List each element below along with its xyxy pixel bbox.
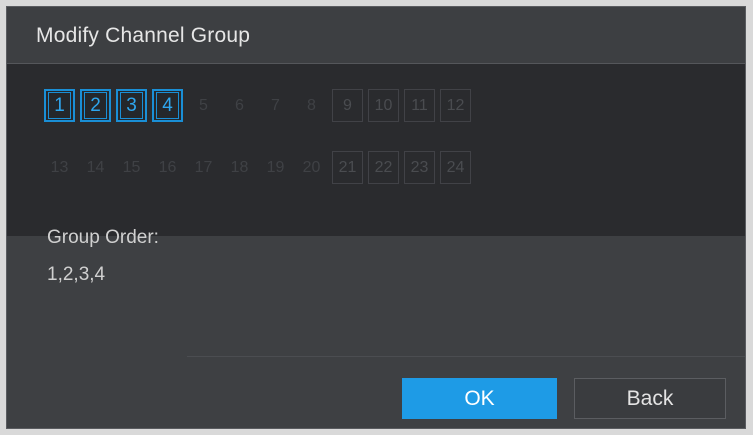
- channel-button-16[interactable]: 16: [152, 151, 183, 184]
- channel-button-6[interactable]: 6: [224, 89, 255, 122]
- channel-row-1: 1 2 3 4 5 6 7 8 9 10 11 12: [44, 89, 476, 123]
- channel-button-3[interactable]: 3: [116, 89, 147, 122]
- channel-button-19[interactable]: 19: [260, 151, 291, 184]
- channel-number: 20: [302, 158, 321, 176]
- ok-button[interactable]: OK: [402, 378, 557, 419]
- channel-number: 10: [374, 96, 393, 114]
- channel-button-7[interactable]: 7: [260, 89, 291, 122]
- channel-button-24[interactable]: 24: [440, 151, 471, 184]
- channel-number: 16: [158, 158, 177, 176]
- channel-button-2[interactable]: 2: [80, 89, 111, 122]
- channel-number: 1: [48, 92, 71, 119]
- channel-number: 17: [194, 158, 213, 176]
- channel-button-5[interactable]: 5: [188, 89, 219, 122]
- channel-button-15[interactable]: 15: [116, 151, 147, 184]
- channel-number: 5: [199, 96, 208, 114]
- back-button[interactable]: Back: [574, 378, 726, 419]
- channel-button-11[interactable]: 11: [404, 89, 435, 122]
- channel-number: 8: [307, 96, 316, 114]
- channel-number: 22: [374, 158, 393, 176]
- footer-divider: [187, 356, 745, 357]
- channel-number: 14: [86, 158, 105, 176]
- channel-button-1[interactable]: 1: [44, 89, 75, 122]
- channel-number: 24: [446, 158, 465, 176]
- channel-number: 19: [266, 158, 285, 176]
- channel-button-9[interactable]: 9: [332, 89, 363, 122]
- dialog-titlebar: Modify Channel Group: [7, 7, 745, 64]
- group-order-label: Group Order:: [47, 227, 159, 248]
- channel-number: 6: [235, 96, 244, 114]
- channel-number: 7: [271, 96, 280, 114]
- channel-selection-panel: 1 2 3 4 5 6 7 8 9 10 11 12 13 14 15 16 17 18 19 20 21 22 23 24: [7, 64, 745, 236]
- channel-button-22[interactable]: 22: [368, 151, 399, 184]
- channel-button-18[interactable]: 18: [224, 151, 255, 184]
- channel-number: 9: [343, 96, 352, 114]
- channel-row-2: 13 14 15 16 17 18 19 20 21 22 23 24: [44, 151, 476, 185]
- channel-number: 15: [122, 158, 141, 176]
- channel-number: 4: [156, 92, 179, 119]
- channel-button-13[interactable]: 13: [44, 151, 75, 184]
- channel-button-17[interactable]: 17: [188, 151, 219, 184]
- modify-channel-group-dialog: Modify Channel Group 1 2 3 4 5 6 7 8 9 10 11 12 13 1…: [6, 6, 746, 429]
- channel-button-10[interactable]: 10: [368, 89, 399, 122]
- channel-number: 18: [230, 158, 249, 176]
- channel-button-12[interactable]: 12: [440, 89, 471, 122]
- channel-number: 21: [338, 158, 357, 176]
- channel-number: 23: [410, 158, 429, 176]
- channel-button-23[interactable]: 23: [404, 151, 435, 184]
- channel-button-4[interactable]: 4: [152, 89, 183, 122]
- group-order-value: 1,2,3,4: [47, 264, 106, 285]
- channel-number: 12: [446, 96, 465, 114]
- channel-number: 3: [120, 92, 143, 119]
- channel-button-20[interactable]: 20: [296, 151, 327, 184]
- channel-button-14[interactable]: 14: [80, 151, 111, 184]
- dialog-title: Modify Channel Group: [36, 24, 251, 47]
- channel-button-21[interactable]: 21: [332, 151, 363, 184]
- channel-number: 13: [50, 158, 69, 176]
- channel-number: 2: [84, 92, 107, 119]
- channel-number: 11: [411, 96, 428, 114]
- channel-button-8[interactable]: 8: [296, 89, 327, 122]
